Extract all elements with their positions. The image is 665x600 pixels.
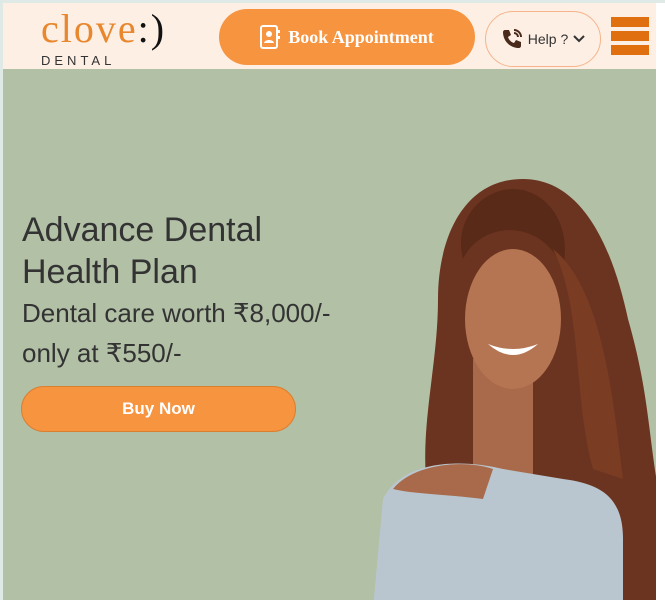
page-edge: [656, 3, 665, 600]
phone-icon: [502, 29, 522, 48]
book-appointment-label: Book Appointment: [288, 26, 434, 47]
logo-subtitle: DENTAL: [41, 53, 116, 68]
hero-banner: Advance Dental Health Plan Dental care wo…: [3, 69, 656, 600]
chevron-down-icon: [573, 35, 585, 43]
buy-now-button[interactable]: Buy Now: [21, 386, 296, 432]
header: clove:) DENTAL Book Appointment Help ?: [3, 3, 656, 69]
hero-title: Advance Dental Health Plan: [22, 211, 263, 291]
logo[interactable]: clove:): [41, 5, 166, 52]
hero-subtitle: Dental care worth ₹8,000/- only at ₹550/-: [22, 298, 331, 368]
logo-text: clove: [41, 6, 138, 51]
hamburger-menu-icon[interactable]: [611, 17, 649, 55]
help-dropdown[interactable]: Help ?: [485, 11, 601, 67]
smiling-woman-image: [373, 179, 656, 600]
book-appointment-button[interactable]: Book Appointment: [219, 9, 475, 65]
logo-smile: :): [137, 6, 167, 51]
contact-book-icon: [260, 25, 281, 49]
help-label: Help ?: [527, 31, 569, 47]
